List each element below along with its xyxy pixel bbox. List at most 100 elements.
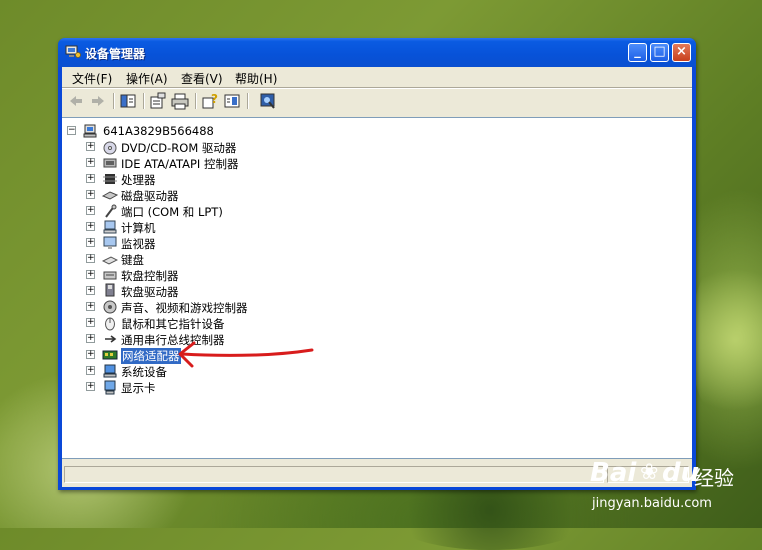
expand-toggle[interactable]: + <box>86 382 95 391</box>
title-bar[interactable]: 设备管理器 _ □ × <box>58 38 696 67</box>
window-title: 设备管理器 <box>85 47 146 61</box>
toolbar-separator <box>195 93 197 109</box>
maximize-button[interactable]: □ <box>650 43 669 62</box>
expand-toggle[interactable]: + <box>86 254 95 263</box>
device-manager-window: 设备管理器 _ □ × 文件(F) 操作(A) 查看(V) 帮助(H) ? − … <box>58 38 696 490</box>
expand-toggle[interactable]: + <box>86 350 95 359</box>
menu-bar: 文件(F) 操作(A) 查看(V) 帮助(H) <box>62 67 692 87</box>
expand-toggle[interactable]: + <box>86 286 95 295</box>
computer-root-icon <box>83 124 97 138</box>
expand-toggle[interactable]: + <box>86 334 95 343</box>
expand-toggle[interactable]: + <box>86 222 95 231</box>
tree-item-label: 声音、视频和游戏控制器 <box>121 301 248 315</box>
watermark-product: 经验 <box>694 466 734 490</box>
processor-icon <box>103 174 117 184</box>
tree-item[interactable]: + IDE ATA/ATAPI 控制器 <box>86 155 346 171</box>
menu-help[interactable]: 帮助(H) <box>235 70 277 87</box>
usb-icon <box>105 335 117 343</box>
tree-item-label: 显示卡 <box>121 381 156 395</box>
close-button[interactable]: × <box>672 43 691 62</box>
tree-root-row[interactable]: − 641A3829B566488 <box>67 123 267 139</box>
print-icon[interactable] <box>171 92 189 110</box>
expand-toggle[interactable]: + <box>86 142 95 151</box>
keyboard-icon <box>102 256 118 265</box>
tree-item-label: 端口 (COM 和 LPT) <box>121 205 223 219</box>
tree-item[interactable]: + 端口 (COM 和 LPT) <box>86 203 346 219</box>
monitor-icon <box>103 236 117 249</box>
tree-item-label: 计算机 <box>121 221 156 235</box>
expand-toggle[interactable]: + <box>86 158 95 167</box>
expand-toggle[interactable]: + <box>86 302 95 311</box>
floppy-drive-icon <box>105 283 115 297</box>
tree-item[interactable]: + 处理器 <box>86 171 346 187</box>
tree-item[interactable]: + 显示卡 <box>86 379 346 395</box>
network-adapter-icon <box>102 350 118 360</box>
disk-drive-icon <box>102 191 118 200</box>
minimize-button[interactable]: _ <box>628 43 647 62</box>
computer-icon <box>103 220 117 234</box>
floppy-controller-icon <box>103 271 117 280</box>
console-tree-icon[interactable] <box>119 92 137 110</box>
toolbar: ? <box>62 89 692 115</box>
device-manager-icon <box>65 45 81 58</box>
collapse-toggle[interactable]: − <box>67 126 76 135</box>
help-icon[interactable]: ? <box>201 92 219 110</box>
tree-item-label: 鼠标和其它指针设备 <box>121 317 225 331</box>
baidu-watermark: Bai ❀ du 经验 jingyan.baidu.com <box>578 458 760 522</box>
paw-icon: ❀ <box>640 460 659 485</box>
expand-toggle[interactable]: + <box>86 318 95 327</box>
tree-item[interactable]: + 键盘 <box>86 251 346 267</box>
status-pane-main <box>64 466 604 483</box>
system-device-icon <box>103 364 117 378</box>
tree-item-label: 软盘控制器 <box>121 269 179 283</box>
tree-item[interactable]: + 监视器 <box>86 235 346 251</box>
window-client-area: 文件(F) 操作(A) 查看(V) 帮助(H) ? − 641A3829B566… <box>62 67 692 487</box>
tree-root-label: 641A3829B566488 <box>103 124 214 138</box>
toolbar-separator <box>113 93 115 109</box>
tree-item[interactable]: + DVD/CD-ROM 驱动器 <box>86 139 346 155</box>
expand-toggle[interactable]: + <box>86 270 95 279</box>
back-arrow-icon[interactable] <box>67 92 85 110</box>
forward-arrow-icon[interactable] <box>89 92 107 110</box>
tree-item-label: 磁盘驱动器 <box>121 189 179 203</box>
tree-item[interactable]: + 鼠标和其它指针设备 <box>86 315 346 331</box>
tree-item[interactable]: + 声音、视频和游戏控制器 <box>86 299 346 315</box>
tree-item-label: 监视器 <box>121 237 156 251</box>
expand-toggle[interactable]: + <box>86 206 95 215</box>
tree-item-label: 键盘 <box>121 253 144 267</box>
expand-toggle[interactable]: + <box>86 238 95 247</box>
tree-item-label: IDE ATA/ATAPI 控制器 <box>121 157 239 171</box>
background-foliage <box>690 250 762 430</box>
properties-icon[interactable] <box>149 92 167 110</box>
tree-item[interactable]: + 软盘控制器 <box>86 267 346 283</box>
ide-controller-icon <box>103 158 117 168</box>
tree-item[interactable]: + 软盘驱动器 <box>86 283 346 299</box>
menu-file[interactable]: 文件(F) <box>72 70 112 87</box>
expand-toggle[interactable]: + <box>86 190 95 199</box>
cdrom-icon <box>103 141 117 155</box>
watermark-url: jingyan.baidu.com <box>592 496 712 511</box>
device-tree[interactable]: − 641A3829B566488 + DVD/CD-ROM 驱动器 + IDE AT… <box>62 117 692 459</box>
mouse-icon <box>105 317 115 331</box>
tree-item-label: 处理器 <box>121 173 156 187</box>
sound-icon <box>103 300 117 314</box>
display-adapter-icon <box>104 380 116 395</box>
annotation-arrow <box>178 341 314 368</box>
tree-item[interactable]: + 计算机 <box>86 219 346 235</box>
toolbar-separator <box>143 93 145 109</box>
tree-item-label: 系统设备 <box>121 365 167 379</box>
tree-item-label-selected: 网络适配器 <box>121 348 181 364</box>
watermark-brand: Bai <box>590 458 637 488</box>
tree-item-label: DVD/CD-ROM 驱动器 <box>121 141 237 155</box>
svg-text:?: ? <box>211 92 218 106</box>
scan-hardware-icon[interactable] <box>259 92 277 110</box>
view-icon[interactable] <box>223 92 241 110</box>
tree-item-label: 软盘驱动器 <box>121 285 179 299</box>
expand-toggle[interactable]: + <box>86 366 95 375</box>
port-icon <box>105 204 117 218</box>
menu-view[interactable]: 查看(V) <box>181 70 223 87</box>
tree-item[interactable]: + 磁盘驱动器 <box>86 187 346 203</box>
toolbar-separator <box>247 93 249 109</box>
menu-action[interactable]: 操作(A) <box>126 70 168 87</box>
expand-toggle[interactable]: + <box>86 174 95 183</box>
